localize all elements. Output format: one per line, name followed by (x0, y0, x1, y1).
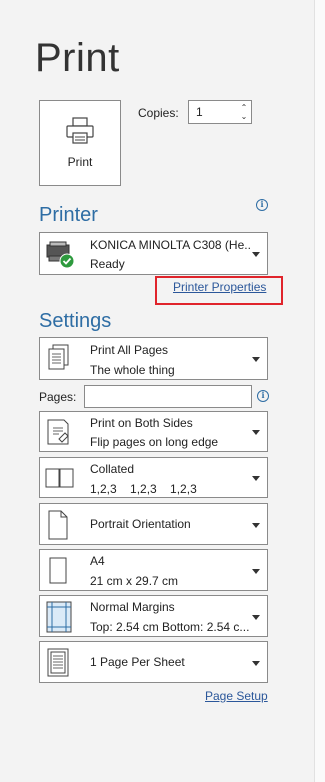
printer-name: KONICA MINOLTA C308 (He... (90, 238, 250, 252)
printer-icon (66, 117, 94, 144)
paper-size-label: A4 (90, 554, 105, 568)
pages-per-sheet-icon (47, 648, 69, 677)
printer-dropdown[interactable]: KONICA MINOLTA C308 (He... Ready (39, 232, 268, 275)
copies-value: 1 (196, 105, 203, 119)
print-button-label: Print (67, 155, 93, 169)
paper-size-detail: 21 cm x 29.7 cm (90, 574, 179, 588)
paper-size-dropdown[interactable]: A4 21 cm x 29.7 cm (39, 549, 268, 591)
duplex-label: Print on Both Sides (90, 416, 193, 430)
pages-per-sheet-label: 1 Page Per Sheet (90, 655, 185, 669)
chevron-down-icon[interactable]: ⌄ (239, 112, 249, 121)
print-range-dropdown[interactable]: Print All Pages The whole thing (39, 337, 268, 380)
printer-properties-link[interactable]: Printer Properties (173, 280, 266, 294)
collation-detail: 1,2,3 1,2,3 1,2,3 (90, 482, 197, 496)
collation-dropdown[interactable]: Collated 1,2,3 1,2,3 1,2,3 (39, 457, 268, 498)
chevron-down-icon (252, 476, 260, 481)
copies-stepper[interactable]: 1 ⌃ ⌄ (188, 100, 252, 124)
margins-detail: Top: 2.54 cm Bottom: 2.54 c... (90, 620, 250, 634)
paper-size-icon (49, 557, 67, 584)
chevron-down-icon (252, 252, 260, 257)
duplex-dropdown[interactable]: Print on Both Sides Flip pages on long e… (39, 411, 268, 452)
chevron-down-icon (252, 523, 260, 528)
pages-label: Pages: (39, 390, 77, 404)
orientation-label: Portrait Orientation (90, 517, 191, 531)
print-button[interactable]: Print (39, 100, 121, 186)
margins-label: Normal Margins (90, 600, 175, 614)
margins-dropdown[interactable]: Normal Margins Top: 2.54 cm Bottom: 2.54… (39, 595, 268, 637)
chevron-down-icon (252, 357, 260, 362)
portrait-icon (48, 510, 68, 540)
page-setup-link[interactable]: Page Setup (205, 689, 268, 703)
orientation-dropdown[interactable]: Portrait Orientation (39, 503, 268, 545)
pages-per-sheet-dropdown[interactable]: 1 Page Per Sheet (39, 641, 268, 683)
copies-label: Copies: (138, 106, 179, 120)
printer-info-icon[interactable]: i (256, 199, 268, 211)
chevron-down-icon (252, 661, 260, 666)
printer-status: Ready (90, 257, 125, 271)
chevron-up-icon[interactable]: ⌃ (239, 103, 249, 112)
collate-icon (45, 468, 74, 488)
copies-spinner[interactable]: ⌃ ⌄ (239, 103, 249, 121)
margins-icon (46, 601, 72, 633)
preview-pane-edge (314, 0, 325, 782)
chevron-down-icon (252, 430, 260, 435)
print-range-label: Print All Pages (90, 343, 169, 357)
duplex-icon (47, 419, 69, 445)
collation-label: Collated (90, 462, 135, 476)
settings-heading: Settings (39, 310, 112, 332)
printer-heading: Printer (39, 204, 98, 226)
pages-info-icon[interactable]: i (257, 390, 269, 402)
duplex-detail: Flip pages on long edge (90, 435, 219, 449)
pages-icon (48, 344, 69, 370)
pages-input[interactable] (84, 385, 252, 408)
page-title: Print (35, 36, 120, 80)
print-range-detail: The whole thing (90, 363, 175, 377)
printer-device-icon (46, 241, 75, 269)
chevron-down-icon (252, 569, 260, 574)
chevron-down-icon (252, 615, 260, 620)
